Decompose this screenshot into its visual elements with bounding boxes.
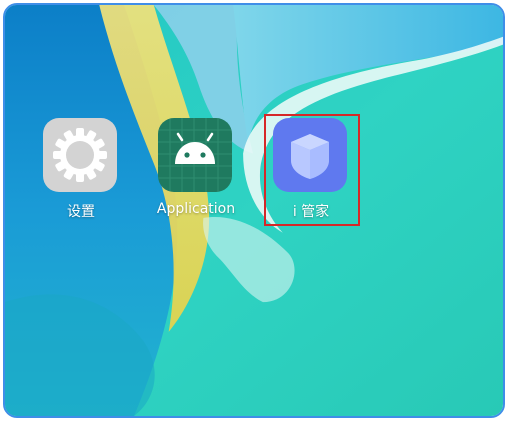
device-screen-frame: 设置 Application i 管家 (3, 3, 505, 418)
android-icon (158, 118, 232, 192)
settings-gear-icon (43, 118, 117, 192)
selection-highlight-box (264, 114, 360, 226)
app-settings[interactable]: 设置 (43, 118, 119, 220)
app-application[interactable]: Application (157, 118, 235, 217)
